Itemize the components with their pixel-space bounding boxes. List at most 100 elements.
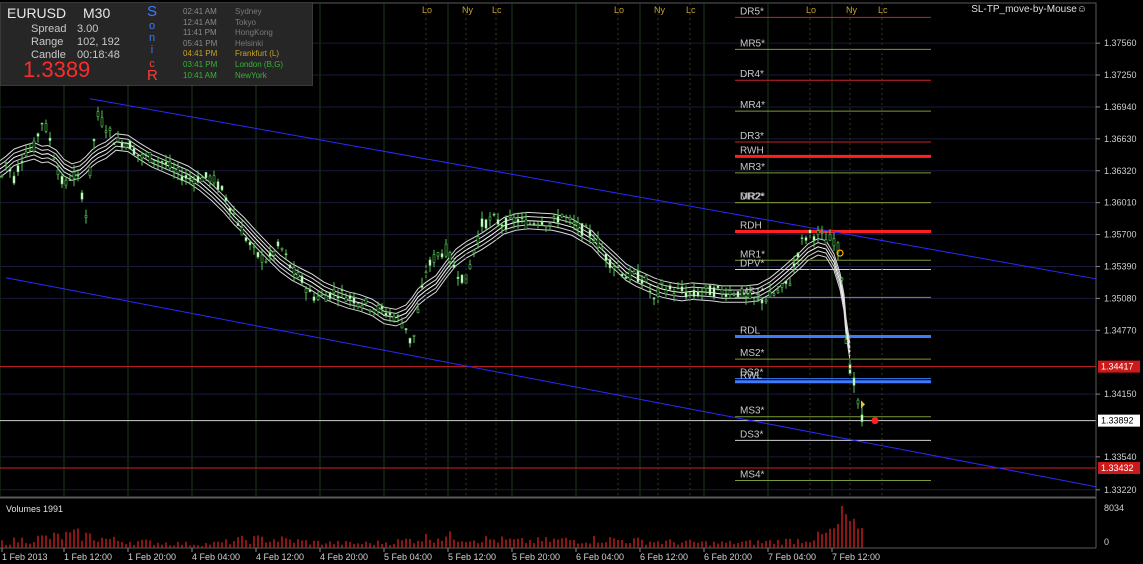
candle-body: [556, 216, 560, 223]
candle-body: [56, 169, 60, 175]
candle-body: [224, 197, 228, 201]
candle-body: [436, 252, 440, 257]
pivot-label: RWL: [740, 371, 762, 382]
candle-body: [248, 241, 252, 246]
range-label: Range: [31, 36, 64, 48]
candle-body: [52, 157, 56, 160]
candle-body: [132, 147, 136, 156]
candle-body: [124, 143, 128, 148]
candle-body: [288, 264, 292, 269]
candle-body: [548, 222, 552, 226]
candle-body: [32, 140, 36, 152]
candle-body: [312, 296, 316, 301]
session-time: 12:41 AM: [183, 17, 217, 27]
expert-advisor-label[interactable]: SL-TP_move-by-Mouse☺: [971, 4, 1087, 15]
candle-body: [828, 234, 832, 241]
candle-body: [80, 192, 84, 200]
candle-body: [128, 140, 132, 150]
candle-body: [672, 293, 676, 296]
candle-body: [668, 285, 672, 290]
candle-body: [384, 312, 388, 316]
candle-body: [824, 239, 828, 244]
session-name: Tokyo: [235, 17, 256, 27]
candle-body: [516, 218, 520, 223]
candle-body: [524, 219, 528, 230]
candle-body: [272, 251, 276, 256]
candle-body: [412, 334, 416, 337]
candle-body: [20, 161, 24, 164]
info-panel: EURUSD M30 Spread 3.00 Range 102, 192 Ca…: [0, 2, 313, 86]
pivot-label: RDL: [740, 325, 760, 336]
price-tick-label: 1.35700: [1104, 230, 1137, 240]
time-tick-label: 4 Feb 04:00: [192, 552, 240, 562]
candle-body: [232, 213, 236, 215]
candle-body: [840, 277, 844, 281]
candle-body: [252, 245, 256, 248]
candle-body: [160, 161, 164, 163]
candle-body: [228, 207, 232, 212]
session-time: 02:41 AM: [183, 7, 217, 16]
candle-body: [364, 298, 368, 304]
candle-body: [36, 133, 40, 137]
candle-body: [768, 291, 772, 297]
last-price-dot: [871, 417, 879, 425]
session-marker-label: Lo: [422, 5, 432, 15]
candle-body: [476, 236, 480, 244]
candle-body: [804, 237, 808, 241]
candle-body: [608, 259, 612, 269]
candle-body: [784, 280, 788, 285]
price-tick-label: 1.35390: [1104, 261, 1137, 271]
session-marker-label: Lc: [492, 5, 502, 15]
price-tick-label: 1.36320: [1104, 166, 1137, 176]
candle-body: [108, 127, 112, 131]
candle-body: [420, 285, 424, 288]
candle-body: [780, 283, 784, 288]
session-time: 04:41 PM: [183, 49, 218, 59]
candle-body: [344, 297, 348, 302]
candle-body: [640, 279, 644, 284]
candle-body: [796, 252, 800, 258]
candle-body: [164, 161, 168, 165]
candle-body: [492, 213, 496, 216]
candle-body: [660, 280, 664, 285]
candle-body: [732, 293, 736, 296]
candle-body: [24, 151, 28, 157]
pivot-label: MR5*: [740, 38, 765, 49]
candle-body: [328, 291, 332, 299]
candle-body: [376, 304, 380, 312]
price-tag-label: 1.34417: [1101, 362, 1134, 372]
spread-label: Spread: [31, 23, 67, 35]
candle-body: [268, 252, 272, 257]
time-tick-label: 5 Feb 12:00: [448, 552, 496, 562]
candle-body: [192, 179, 196, 184]
sonic-r-char: i: [150, 44, 154, 56]
candle-body: [260, 254, 264, 263]
price-tick-label: 1.37250: [1104, 70, 1137, 80]
candle-body: [172, 168, 176, 172]
candle-body: [200, 177, 204, 182]
candle-body: [664, 289, 668, 295]
candle-body: [792, 263, 796, 267]
candle-body: [816, 230, 820, 236]
price-tick-label: 1.33220: [1104, 485, 1137, 495]
session-marker-label: Lo: [806, 5, 816, 15]
session-marker-label: Lo: [614, 5, 624, 15]
candle-body: [324, 295, 328, 302]
candle-body: [752, 296, 756, 299]
spread-value: 3.00: [77, 23, 99, 35]
candle-body: [472, 250, 476, 254]
candle-body: [444, 243, 448, 257]
candle-body: [576, 222, 580, 229]
candle-body: [484, 219, 488, 229]
pivot-label: DPV*: [740, 259, 765, 270]
candle-body: [12, 175, 16, 184]
candle-body: [788, 283, 792, 286]
candle-body: [488, 216, 492, 221]
candle-body: [116, 137, 120, 142]
candle-body: [76, 174, 80, 177]
pivot-label: MR4*: [740, 100, 765, 111]
candle-body: [612, 266, 616, 270]
candle-body: [196, 175, 200, 183]
candle-body: [68, 179, 72, 181]
candle-body: [448, 252, 452, 262]
